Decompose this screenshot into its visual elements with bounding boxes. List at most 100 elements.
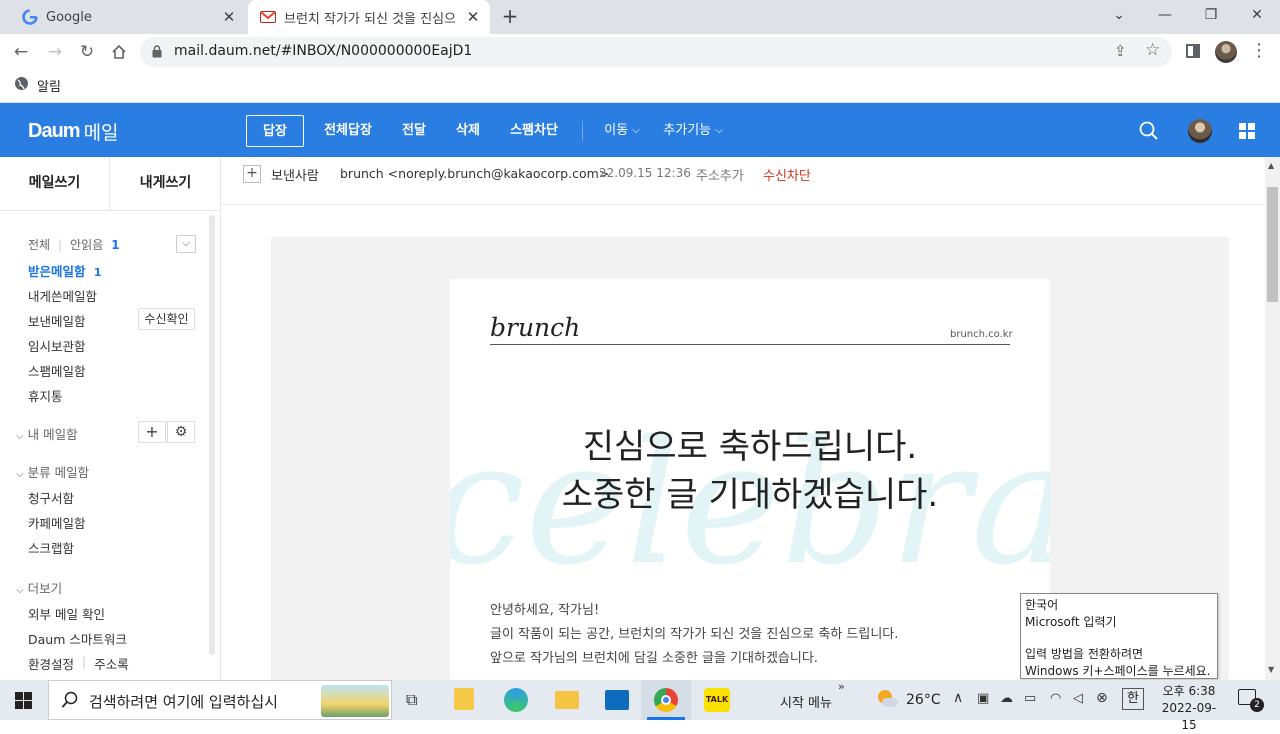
filter-all[interactable]: 전체 — [28, 236, 50, 253]
scrollbar-thumb[interactable] — [1267, 187, 1278, 302]
status-icon[interactable]: ⊗ — [1096, 690, 1108, 706]
chevron-down-icon[interactable]: ⌵ — [176, 235, 196, 253]
wifi-icon[interactable]: ◠ — [1050, 691, 1061, 706]
tooltip-line: 입력 방법을 전환하려면 — [1025, 647, 1144, 661]
close-tab-icon[interactable]: ✕ — [464, 8, 482, 26]
share-icon[interactable]: ⇪ — [1114, 42, 1127, 60]
tab-google[interactable]: Google ✕ — [10, 0, 246, 34]
back-icon[interactable]: ← — [8, 39, 34, 65]
search-highlight-image[interactable] — [321, 685, 389, 717]
compose-button[interactable]: 메일쓰기 — [0, 157, 110, 211]
filter-unread[interactable]: 안읽음 — [70, 236, 103, 253]
brunch-url[interactable]: brunch.co.kr — [950, 329, 1013, 340]
home-icon[interactable] — [106, 39, 132, 65]
category-section[interactable]: ⌵ 분류 메일함 — [16, 462, 89, 481]
windows-start-icon[interactable] — [15, 692, 32, 709]
daum-logo[interactable]: Daum 메일 — [28, 118, 119, 145]
bookmark-item[interactable]: 알림 — [14, 76, 61, 95]
my-mailbox-section[interactable]: ⌵ 내 메일함 — [16, 424, 78, 443]
body-line: 글이 작품이 되는 공간, 브런치의 작가가 되신 것을 진심으로 축하 드립니… — [490, 627, 899, 642]
menu-kebab-icon[interactable]: ⋮ — [1250, 40, 1268, 62]
chrome-taskbar-button[interactable] — [641, 680, 691, 720]
bookmark-label: 알림 — [37, 80, 61, 95]
side-panel-icon[interactable] — [1186, 44, 1200, 58]
reply-button[interactable]: 답장 — [246, 115, 304, 147]
bookmark-star-icon[interactable]: ☆ — [1145, 40, 1160, 60]
block-sender-link[interactable]: 수신차단 — [763, 165, 811, 184]
more-section[interactable]: ⌵ 더보기 — [16, 578, 62, 597]
task-view-icon[interactable]: ⧉ — [406, 690, 417, 710]
edge-icon[interactable] — [504, 688, 528, 712]
logo-underline — [490, 344, 1010, 345]
sidebar-item-self-mail[interactable]: 내게쓴메일함 — [28, 286, 97, 305]
close-window-icon[interactable]: ✕ — [1234, 0, 1280, 30]
sidebar-item-cafe[interactable]: 카페메일함 — [28, 513, 86, 532]
forward-button[interactable]: 전달 — [396, 115, 432, 147]
self-compose-button[interactable]: 내게쓰기 — [110, 157, 221, 211]
move-menu[interactable]: 이동 ⌵ — [600, 115, 644, 147]
minimize-icon[interactable]: — — [1142, 0, 1188, 30]
greeting: 안녕하세요, 작가님! — [490, 603, 600, 618]
settings-link[interactable]: 환경설정 — [28, 654, 74, 673]
sidebar-item-external-mail[interactable]: 외부 메일 확인 — [28, 604, 105, 623]
profile-avatar[interactable] — [1215, 41, 1237, 63]
reply-all-button[interactable]: 전체답장 — [318, 115, 378, 147]
page-scrollbar[interactable]: ▲ ▼ — [1265, 157, 1280, 680]
brunch-logo: brunch — [490, 313, 581, 342]
address-book-link[interactable]: 주소록 — [94, 654, 129, 673]
sidebar-scrollbar[interactable] — [209, 215, 215, 655]
sidebar-item-spam[interactable]: 스팸메일함 — [28, 361, 86, 380]
sender-address[interactable]: brunch <noreply.brunch@kakaocorp.com> — [340, 166, 609, 181]
browser-toolbar: ← → ↻ mail.daum.net/#INBOX/N000000000Eaj… — [0, 34, 1280, 70]
sidebar-item-scrap[interactable]: 스크랩함 — [28, 538, 74, 557]
read-receipt-button[interactable]: 수신확인 — [138, 308, 195, 330]
forward-icon[interactable]: → — [42, 39, 68, 65]
ime-indicator[interactable]: 한 — [1122, 688, 1144, 710]
lock-icon[interactable] — [152, 45, 162, 62]
new-tab-icon[interactable]: + — [498, 4, 522, 28]
headline-line-1: 진심으로 축하드립니다. — [582, 427, 918, 467]
tray-app-icon[interactable]: ▣ — [977, 691, 989, 706]
start-menu-toolbar[interactable]: 시작 메뉴 — [780, 692, 832, 711]
search-icon[interactable] — [1139, 121, 1159, 145]
expand-icon[interactable]: + — [243, 165, 261, 183]
weather-icon[interactable] — [876, 690, 900, 710]
extra-features-menu[interactable]: 추가기능 ⌵ — [660, 115, 726, 147]
sidebar-item-trash[interactable]: 휴지통 — [28, 386, 63, 405]
volume-icon[interactable]: ◁ — [1073, 691, 1083, 706]
sidebar-item-inbox[interactable]: 받은메일함 1 — [28, 261, 102, 280]
address-bar[interactable]: mail.daum.net/#INBOX/N000000000EajD1 ⇪ ☆ — [140, 37, 1172, 67]
battery-icon[interactable]: ▭ — [1024, 691, 1036, 706]
tab-search-icon[interactable]: ⌄ — [1096, 0, 1142, 30]
gear-icon[interactable]: ⚙ — [167, 421, 195, 443]
account-avatar[interactable] — [1188, 119, 1212, 143]
sidebar-item-drafts[interactable]: 임시보관함 — [28, 336, 86, 355]
sidebar-item-bills[interactable]: 청구서함 — [28, 488, 74, 507]
sidebar-item-sent[interactable]: 보낸메일함 — [28, 311, 86, 330]
tooltip-line: Windows 키+스페이스를 누르세요. — [1025, 663, 1211, 678]
kakaotalk-icon[interactable]: TALK — [704, 688, 730, 712]
clock[interactable]: 오후 6:38 2022-09-15 — [1156, 683, 1222, 734]
store-icon[interactable] — [454, 688, 474, 710]
spam-block-button[interactable]: 스팸차단 — [506, 115, 562, 147]
temperature[interactable]: 26°C — [906, 692, 941, 708]
sidebar-item-smartwork[interactable]: Daum 스마트워크 — [28, 629, 127, 648]
daum-mail-header: Daum 메일 답장 전체답장 전달 삭제 스팸차단 이동 ⌵ 추가기능 ⌵ — [0, 103, 1280, 157]
search-placeholder: 검색하려면 여기에 입력하십시 — [89, 693, 278, 711]
reload-icon[interactable]: ↻ — [74, 39, 100, 65]
restore-icon[interactable]: ❐ — [1188, 0, 1234, 30]
tab-mail[interactable]: 브런치 작가가 되신 것을 진심으 ✕ — [248, 0, 490, 34]
scroll-down-icon[interactable]: ▼ — [1268, 665, 1274, 674]
scroll-up-icon[interactable]: ▲ — [1268, 161, 1274, 170]
close-tab-icon[interactable]: ✕ — [220, 8, 238, 26]
file-explorer-icon[interactable] — [555, 691, 579, 709]
taskbar-search-box[interactable]: 검색하려면 여기에 입력하십시 — [48, 680, 392, 720]
add-folder-icon[interactable]: + — [138, 421, 166, 443]
toolbar-expand-icon[interactable]: » — [838, 680, 845, 693]
tray-expand-icon[interactable]: ∧ — [953, 690, 963, 706]
onedrive-icon[interactable]: ☁ — [1000, 691, 1013, 706]
apps-grid-icon[interactable] — [1239, 123, 1255, 139]
add-address-link[interactable]: 주소추가 — [696, 165, 744, 184]
mail-app-icon[interactable] — [605, 690, 629, 710]
delete-button[interactable]: 삭제 — [450, 115, 486, 147]
